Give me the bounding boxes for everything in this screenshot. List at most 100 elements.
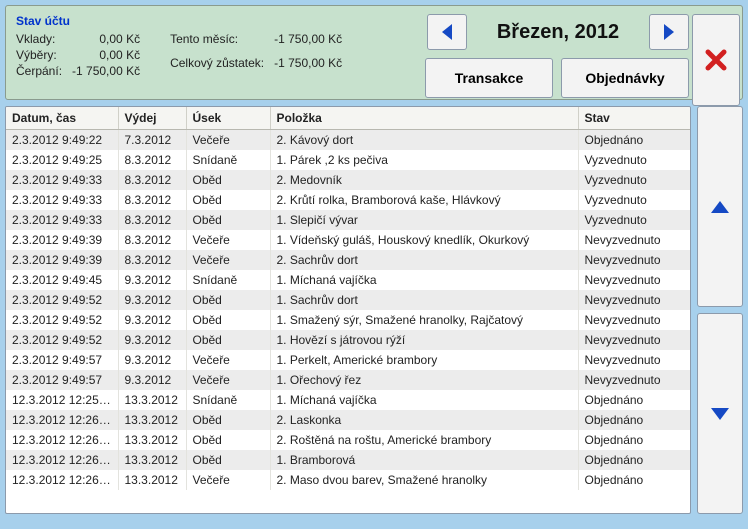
table-cell: Nevyzvednuto [578,290,690,310]
column-header[interactable]: Úsek [186,107,270,130]
month-label: Březen, 2012 [467,21,649,44]
table-cell: Objednáno [578,430,690,450]
table-cell: 2.3.2012 9:49:52 [6,310,118,330]
table-cell: 2. Maso dvou barev, Smažené hranolky [270,470,578,490]
table-cell: Oběd [186,290,270,310]
scroll-up-button[interactable] [697,106,743,307]
table-cell: 8.3.2012 [118,190,186,210]
table-cell: 2. Laskonka [270,410,578,430]
table-row[interactable]: 2.3.2012 9:49:398.3.2012Večeře2. Sachrův… [6,250,690,270]
table-cell: 12.3.2012 12:26:33 [6,470,118,490]
table-row[interactable]: 2.3.2012 9:49:338.3.2012Oběd1. Slepičí v… [6,210,690,230]
table-cell: 2.3.2012 9:49:33 [6,170,118,190]
table-row[interactable]: 2.3.2012 9:49:338.3.2012Oběd2. MedovníkV… [6,170,690,190]
table-cell: 2.3.2012 9:49:39 [6,250,118,270]
account-label: Tento měsíc: [170,32,264,54]
header-panel: Stav účtu Vklady:0,00 KčVýběry:0,00 KčČe… [5,5,743,100]
table-cell: 13.3.2012 [118,450,186,470]
table-cell: 9.3.2012 [118,270,186,290]
table-cell: Objednáno [578,390,690,410]
account-label: Čerpání: [16,64,62,78]
table-cell: Snídaně [186,390,270,410]
close-button[interactable] [692,14,740,106]
column-header[interactable]: Výdej [118,107,186,130]
column-header[interactable]: Položka [270,107,578,130]
table-cell: 1. Míchaná vajíčka [270,270,578,290]
table-cell: Objednáno [578,410,690,430]
table-cell: 2.3.2012 9:49:52 [6,330,118,350]
table-cell: Večeře [186,250,270,270]
table-cell: Snídaně [186,270,270,290]
table-row[interactable]: 2.3.2012 9:49:258.3.2012Snídaně1. Párek … [6,150,690,170]
app-window: Stav účtu Vklady:0,00 KčVýběry:0,00 KčČe… [0,0,748,529]
column-header[interactable]: Datum, čas [6,107,118,130]
scroll-down-button[interactable] [697,313,743,514]
table-cell: 12.3.2012 12:26:26 [6,410,118,430]
table-cell: Oběd [186,190,270,210]
table-cell: Snídaně [186,150,270,170]
orders-table-wrap: Datum, časVýdejÚsekPoložkaStav 2.3.2012 … [5,106,691,514]
arrow-down-icon [710,407,730,421]
table-cell: 1. Ořechový řez [270,370,578,390]
table-row[interactable]: 12.3.2012 12:26:2613.3.2012Oběd2. Laskon… [6,410,690,430]
table-row[interactable]: 12.3.2012 12:26:2613.3.2012Oběd1. Brambo… [6,450,690,470]
table-cell: Objednáno [578,130,690,151]
arrow-left-icon [440,24,454,40]
table-cell: Nevyzvednuto [578,310,690,330]
table-cell: 2.3.2012 9:49:45 [6,270,118,290]
table-cell: Oběd [186,430,270,450]
table-cell: 8.3.2012 [118,250,186,270]
table-row[interactable]: 2.3.2012 9:49:459.3.2012Snídaně1. Míchan… [6,270,690,290]
arrow-up-icon [710,200,730,214]
table-row[interactable]: 2.3.2012 9:49:398.3.2012Večeře1. Vídeňsk… [6,230,690,250]
account-value: -1 750,00 Kč [72,64,140,78]
table-row[interactable]: 12.3.2012 12:26:2613.3.2012Oběd2. Roštěn… [6,430,690,450]
table-cell: Vyzvednuto [578,190,690,210]
arrow-right-icon [662,24,676,40]
account-value: 0,00 Kč [72,48,140,62]
next-month-button[interactable] [649,14,689,50]
table-cell: 1. Párek ,2 ks pečiva [270,150,578,170]
table-cell: 1. Smažený sýr, Smažené hranolky, Rajčat… [270,310,578,330]
month-nav: Březen, 2012 [427,14,689,50]
table-cell: Nevyzvednuto [578,370,690,390]
table-cell: Nevyzvednuto [578,270,690,290]
table-cell: 1. Hovězí s játrovou rýží [270,330,578,350]
table-cell: 2.3.2012 9:49:57 [6,350,118,370]
content-row: Datum, časVýdejÚsekPoložkaStav 2.3.2012 … [5,106,743,514]
table-row[interactable]: 12.3.2012 12:26:3313.3.2012Večeře2. Maso… [6,470,690,490]
table-cell: 2.3.2012 9:49:25 [6,150,118,170]
account-label: Celkový zůstatek: [170,56,264,78]
table-cell: 8.3.2012 [118,210,186,230]
table-row[interactable]: 2.3.2012 9:49:529.3.2012Oběd1. Sachrův d… [6,290,690,310]
table-row[interactable]: 2.3.2012 9:49:579.3.2012Večeře1. Ořechov… [6,370,690,390]
table-cell: Oběd [186,330,270,350]
table-cell: Objednáno [578,450,690,470]
table-cell: Večeře [186,470,270,490]
table-cell: Večeře [186,370,270,390]
table-cell: 12.3.2012 12:26:26 [6,450,118,470]
prev-month-button[interactable] [427,14,467,50]
table-row[interactable]: 12.3.2012 12:25:3513.3.2012Snídaně1. Míc… [6,390,690,410]
table-row[interactable]: 2.3.2012 9:49:579.3.2012Večeře1. Perkelt… [6,350,690,370]
table-cell: 2. Medovník [270,170,578,190]
table-cell: 2. Sachrův dort [270,250,578,270]
table-cell: Večeře [186,350,270,370]
table-row[interactable]: 2.3.2012 9:49:227.3.2012Večeře2. Kávový … [6,130,690,151]
table-cell: 8.3.2012 [118,170,186,190]
tab-transactions[interactable]: Transakce [425,58,553,98]
table-cell: 9.3.2012 [118,290,186,310]
table-row[interactable]: 2.3.2012 9:49:338.3.2012Oběd2. Krůtí rol… [6,190,690,210]
table-cell: Oběd [186,170,270,190]
account-value: -1 750,00 Kč [274,32,342,54]
table-cell: 2.3.2012 9:49:39 [6,230,118,250]
account-label: Vklady: [16,32,62,46]
tab-orders[interactable]: Objednávky [561,58,689,98]
table-cell: 13.3.2012 [118,410,186,430]
table-cell: 1. Bramborová [270,450,578,470]
table-row[interactable]: 2.3.2012 9:49:529.3.2012Oběd1. Smažený s… [6,310,690,330]
table-cell: 2.3.2012 9:49:57 [6,370,118,390]
table-row[interactable]: 2.3.2012 9:49:529.3.2012Oběd1. Hovězí s … [6,330,690,350]
table-cell: Oběd [186,310,270,330]
column-header[interactable]: Stav [578,107,690,130]
